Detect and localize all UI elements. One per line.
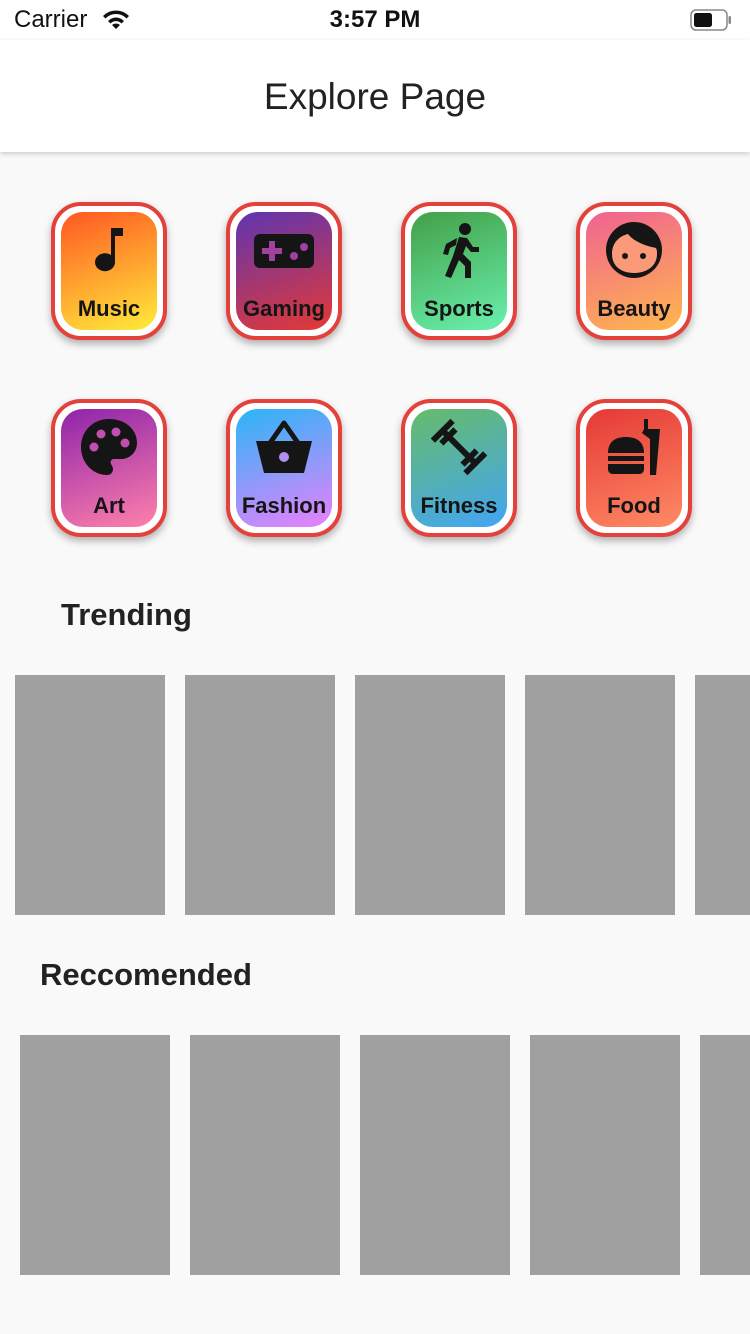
trending-card[interactable] — [15, 675, 165, 915]
trending-section-title: Trending — [61, 597, 192, 632]
music-note-icon — [95, 228, 123, 272]
category-label: Music — [77, 296, 141, 321]
category-sports-background: Sports — [411, 212, 507, 330]
category-beauty-button[interactable]: Beauty — [576, 202, 692, 340]
shopping-basket-icon — [256, 420, 312, 473]
category-label: Fitness — [420, 493, 498, 518]
recommended-card[interactable] — [700, 1035, 750, 1275]
category-fitness-button[interactable]: Fitness — [401, 399, 517, 537]
status-time: 3:57 PM — [329, 6, 421, 33]
category-label: Fashion — [241, 493, 327, 518]
category-fashion-button[interactable]: Fashion — [226, 399, 342, 537]
trending-card[interactable] — [525, 675, 675, 915]
category-fitness-background: Fitness — [411, 409, 507, 527]
fastfood-icon — [608, 419, 660, 475]
navigation-bar: Explore Page — [0, 40, 750, 152]
trending-card[interactable] — [695, 675, 750, 915]
category-art-button[interactable]: Art — [51, 399, 167, 537]
category-label: Art — [93, 493, 125, 518]
category-fashion-background: Fashion — [236, 409, 332, 527]
recommended-card[interactable] — [20, 1035, 170, 1275]
recommended-card[interactable] — [190, 1035, 340, 1275]
recommended-card[interactable] — [530, 1035, 680, 1275]
category-art-background: Art — [61, 409, 157, 527]
category-label: Gaming — [243, 296, 325, 321]
category-food-button[interactable]: Food — [576, 399, 692, 537]
dumbbell-icon — [430, 418, 488, 476]
gamepad-icon — [254, 234, 314, 268]
recommended-card[interactable] — [360, 1035, 510, 1275]
trending-card[interactable] — [185, 675, 335, 915]
trending-card[interactable] — [355, 675, 505, 915]
category-music-background: Music — [61, 212, 157, 330]
category-food-background: Food — [586, 409, 682, 527]
category-beauty-background: Beauty — [586, 212, 682, 330]
palette-icon — [81, 419, 137, 475]
category-label: Sports — [424, 296, 494, 321]
category-sports-button[interactable]: Sports — [401, 202, 517, 340]
category-gaming-background: Gaming — [236, 212, 332, 330]
category-label: Beauty — [597, 296, 671, 321]
page-title: Explore Page — [263, 76, 487, 117]
running-person-icon — [443, 223, 479, 278]
battery-icon — [690, 9, 731, 31]
category-gaming-button[interactable]: Gaming — [226, 202, 342, 340]
category-music-button[interactable]: Music — [51, 202, 167, 340]
category-label: Food — [607, 493, 661, 518]
recommended-section-title: Reccomended — [40, 957, 252, 992]
status-bar: Carrier 3:57 PM — [0, 0, 750, 40]
face-icon — [606, 222, 662, 278]
